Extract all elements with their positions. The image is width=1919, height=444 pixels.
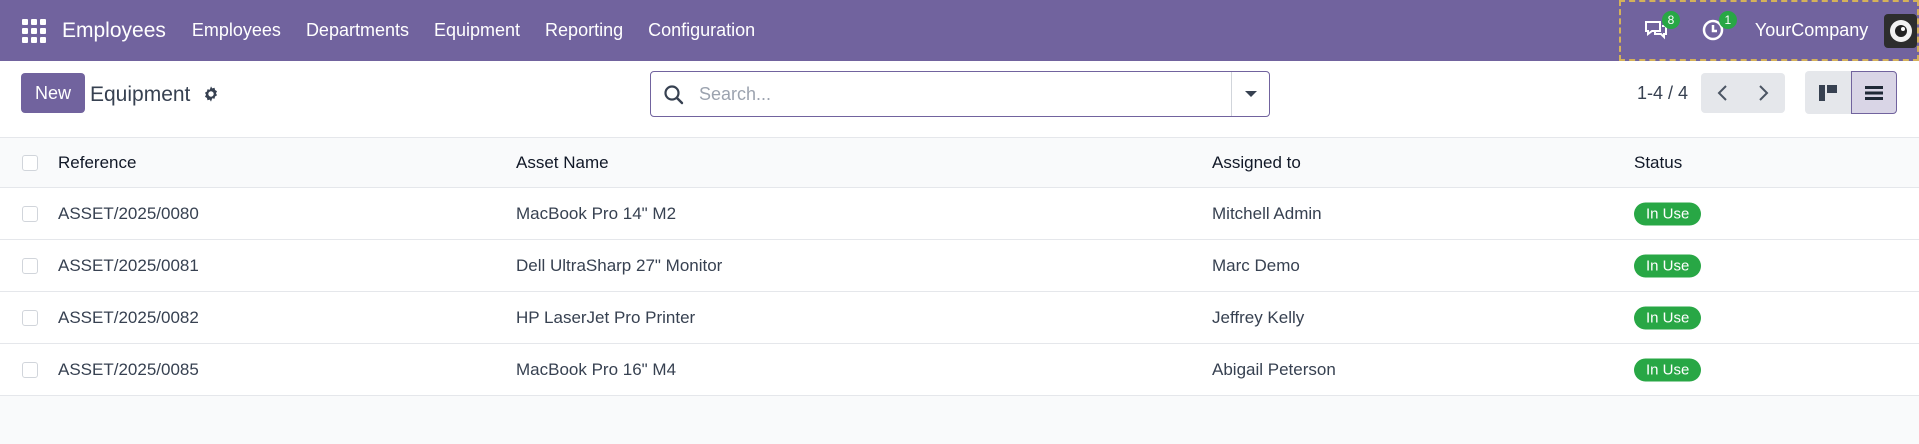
caret-down-icon xyxy=(1244,91,1257,97)
table-row[interactable]: ASSET/2025/0085 MacBook Pro 16" M4 Abiga… xyxy=(0,344,1919,396)
systray: 8 1 YourCompany xyxy=(1619,0,1919,61)
list-icon xyxy=(1865,85,1883,100)
cell-reference: ASSET/2025/0085 xyxy=(58,359,199,379)
table-header: Reference Asset Name Assigned to Status xyxy=(0,138,1919,188)
cell-reference: ASSET/2025/0081 xyxy=(58,255,199,275)
status-badge: In Use xyxy=(1634,306,1702,329)
nav-reporting[interactable]: Reporting xyxy=(545,20,623,41)
nav-equipment[interactable]: Equipment xyxy=(434,20,520,41)
chevron-left-icon xyxy=(1717,85,1727,101)
top-navbar: Employees Employees Departments Equipmen… xyxy=(0,0,1919,61)
cell-assigned-to: Marc Demo xyxy=(1212,255,1300,275)
kanban-view-button[interactable] xyxy=(1805,71,1851,114)
select-all-checkbox[interactable] xyxy=(22,154,38,171)
table-row[interactable]: ASSET/2025/0082 HP LaserJet Pro Printer … xyxy=(0,292,1919,344)
page-title[interactable]: Equipment xyxy=(90,83,190,107)
nav-employees[interactable]: Employees xyxy=(192,20,281,41)
cell-reference: ASSET/2025/0080 xyxy=(58,203,199,223)
status-badge: In Use xyxy=(1634,358,1702,381)
table-row[interactable]: ASSET/2025/0080 MacBook Pro 14" M2 Mitch… xyxy=(0,188,1919,240)
cell-asset-name: HP LaserJet Pro Printer xyxy=(516,307,696,327)
search-bar[interactable] xyxy=(650,71,1270,117)
row-checkbox[interactable] xyxy=(22,205,38,222)
messages-icon[interactable]: 8 xyxy=(1643,10,1680,45)
column-header-status[interactable]: Status xyxy=(1634,153,1682,173)
cell-asset-name: MacBook Pro 16" M4 xyxy=(516,359,677,379)
messages-count-badge: 8 xyxy=(1661,10,1680,29)
cell-asset-name: Dell UltraSharp 27" Monitor xyxy=(516,255,723,275)
new-button[interactable]: New xyxy=(21,73,85,113)
row-checkbox[interactable] xyxy=(22,361,38,378)
cell-assigned-to: Jeffrey Kelly xyxy=(1212,307,1305,327)
search-input[interactable] xyxy=(699,80,1199,108)
list-view-button[interactable] xyxy=(1851,71,1897,114)
search-icon xyxy=(664,85,684,105)
row-checkbox[interactable] xyxy=(22,309,38,326)
status-badge: In Use xyxy=(1634,254,1702,277)
activities-clock-icon[interactable]: 1 xyxy=(1700,10,1737,45)
column-header-reference[interactable]: Reference xyxy=(58,153,136,173)
column-header-asset-name[interactable]: Asset Name xyxy=(516,153,609,173)
activities-count-badge: 1 xyxy=(1718,10,1737,29)
gear-icon[interactable] xyxy=(202,85,220,103)
cell-assigned-to: Mitchell Admin xyxy=(1212,203,1322,223)
apps-menu-icon[interactable] xyxy=(22,18,46,43)
chevron-right-icon xyxy=(1759,85,1769,101)
status-badge: In Use xyxy=(1634,202,1702,225)
nav-configuration[interactable]: Configuration xyxy=(648,20,755,41)
kanban-icon xyxy=(1819,84,1837,101)
cell-asset-name: MacBook Pro 14" M2 xyxy=(516,203,677,223)
pager-value[interactable]: 1-4 / 4 xyxy=(1637,83,1688,104)
nav-departments[interactable]: Departments xyxy=(306,20,409,41)
user-avatar[interactable] xyxy=(1884,13,1917,48)
cell-reference: ASSET/2025/0082 xyxy=(58,307,199,327)
control-panel: New Equipment 1-4 / 4 xyxy=(0,61,1919,138)
column-header-assigned-to[interactable]: Assigned to xyxy=(1212,153,1301,173)
pager-previous-button[interactable] xyxy=(1701,73,1743,113)
search-options-toggle[interactable] xyxy=(1231,72,1269,116)
table-row[interactable]: ASSET/2025/0081 Dell UltraSharp 27" Moni… xyxy=(0,240,1919,292)
company-switcher[interactable]: YourCompany xyxy=(1755,20,1868,41)
row-checkbox[interactable] xyxy=(22,257,38,274)
cell-assigned-to: Abigail Peterson xyxy=(1212,359,1336,379)
equipment-list-table: Reference Asset Name Assigned to Status … xyxy=(0,138,1919,396)
pager-next-button[interactable] xyxy=(1743,73,1785,113)
app-brand[interactable]: Employees xyxy=(62,19,166,43)
